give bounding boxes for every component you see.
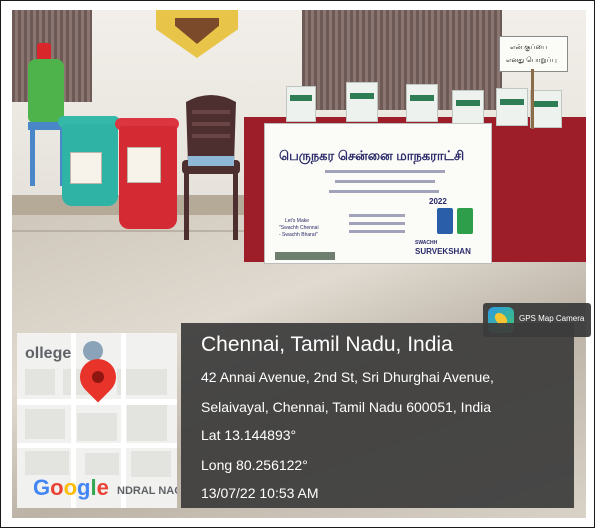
banner-year: 2022 — [429, 197, 447, 206]
map-place-label: ollege — [25, 345, 72, 362]
red-bin-label — [127, 147, 161, 183]
map-road — [17, 443, 177, 448]
banner-text-line — [329, 190, 439, 193]
teal-bin-label — [70, 152, 102, 184]
plastic-chair — [182, 95, 240, 240]
map-pin-dot — [92, 371, 104, 383]
map-block — [25, 369, 55, 395]
sign-line1: என் குப்பை — [510, 44, 548, 51]
banner-footer: SURVEKSHAN — [415, 247, 471, 256]
map-block — [85, 453, 119, 475]
banner-photo-strip — [275, 252, 335, 260]
sign-line2: எனது பொறுப்பு — [506, 57, 557, 64]
banner-make: Let's Make — [285, 218, 310, 224]
map-block — [25, 451, 69, 475]
map-block — [127, 405, 167, 441]
timestamp: 13/07/22 10:53 AM — [201, 485, 319, 501]
blue-bin-graphic — [437, 208, 453, 234]
seed-packet — [406, 84, 438, 122]
map-block — [131, 451, 171, 477]
green-bin-graphic — [457, 208, 473, 234]
address-line-2: Selaivayal, Chennai, Tamil Nadu 600051, … — [201, 399, 492, 415]
seed-packet — [452, 90, 484, 124]
banner-text-line — [325, 170, 445, 173]
banner-text-line — [349, 230, 405, 233]
location-title: Chennai, Tamil Nadu, India — [201, 333, 453, 356]
banner-text-line — [335, 180, 435, 183]
map-area-label: NDRAL NAG — [117, 485, 177, 497]
photo-frame: பெருநகர சென்னை மாநகராட்சி 2022 Let's Mak… — [0, 0, 595, 528]
map-block — [77, 413, 117, 441]
map-road — [121, 333, 126, 508]
seed-packet — [530, 90, 562, 128]
banner-heading: பெருநகர சென்னை மாநகராட்சி — [279, 148, 465, 163]
green-bottle — [28, 59, 64, 123]
banner-text-line — [349, 222, 405, 225]
longitude: Long 80.256122° — [201, 457, 308, 473]
banner-text-line — [349, 214, 405, 217]
gps-badge-label: GPS Map Camera — [519, 314, 585, 323]
address-line-1: 42 Annai Avenue, 2nd St, Sri Dhurghai Av… — [201, 369, 494, 385]
seed-packet — [496, 88, 528, 126]
latitude: Lat 13.144893° — [201, 427, 297, 443]
location-info-panel: Chennai, Tamil Nadu, India 42 Annai Aven… — [181, 323, 574, 508]
banner-footer-prefix: SWACHH — [415, 240, 438, 246]
swachh-banner: பெருநகர சென்னை மாநகராட்சி 2022 Let's Mak… — [264, 123, 492, 264]
stool-leg — [30, 128, 35, 186]
banner-bharat: - Swachh Bharat" — [279, 232, 318, 238]
sign-pole — [531, 69, 534, 129]
slogan-sign: என் குப்பை எனது பொறுப்பு — [499, 36, 568, 72]
banner-swachh: "Swachh Chennai — [279, 225, 319, 231]
map-block — [25, 409, 65, 439]
google-logo: Google — [33, 475, 109, 500]
seed-packet — [286, 86, 316, 122]
seed-packet — [346, 82, 378, 122]
